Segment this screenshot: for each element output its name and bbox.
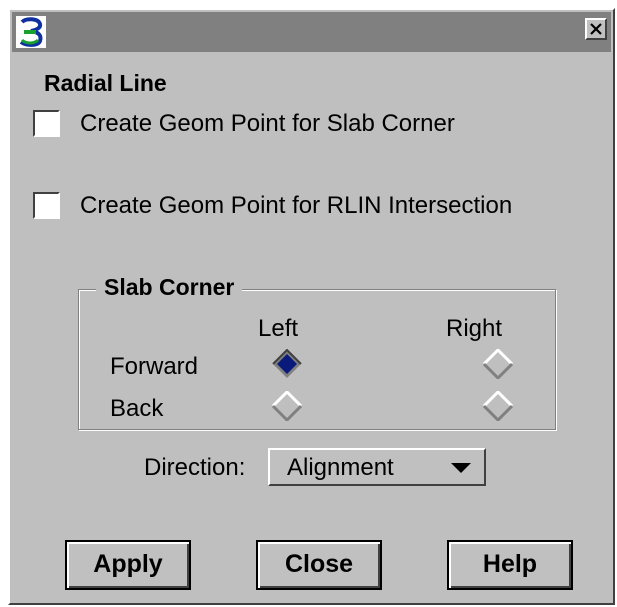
app-logo-icon bbox=[16, 16, 46, 48]
back-left-radio[interactable] bbox=[272, 391, 302, 421]
col-left-label: Left bbox=[258, 315, 299, 342]
title-bar[interactable] bbox=[12, 12, 611, 52]
close-button[interactable]: Close bbox=[256, 540, 382, 590]
direction-dropdown[interactable]: Alignment bbox=[268, 448, 486, 486]
apply-button[interactable]: Apply bbox=[65, 540, 191, 590]
slab-corner-checkbox-label: Create Geom Point for Slab Corner bbox=[80, 110, 455, 137]
rlin-intersection-checkbox-label: Create Geom Point for RLIN Intersection bbox=[80, 192, 513, 219]
row-forward-label: Forward bbox=[110, 353, 199, 380]
help-button[interactable]: Help bbox=[447, 540, 573, 590]
dropdown-arrow-icon bbox=[451, 463, 471, 473]
direction-label: Direction: bbox=[144, 454, 246, 481]
back-right-radio[interactable] bbox=[483, 391, 513, 421]
slab-corner-checkbox[interactable] bbox=[33, 110, 60, 137]
close-window-button[interactable] bbox=[585, 18, 607, 40]
forward-left-radio[interactable] bbox=[272, 349, 302, 379]
slab-corner-title: Slab Corner bbox=[96, 274, 243, 301]
forward-right-radio[interactable] bbox=[483, 349, 513, 379]
radial-line-title: Radial Line bbox=[44, 70, 167, 96]
dialog-window: Radial Line Create Geom Point for Slab C… bbox=[8, 8, 615, 605]
close-icon bbox=[590, 23, 602, 35]
row-back-label: Back bbox=[110, 395, 164, 422]
col-right-label: Right bbox=[446, 315, 503, 342]
direction-value: Alignment bbox=[287, 454, 394, 481]
rlin-intersection-checkbox[interactable] bbox=[33, 192, 60, 219]
